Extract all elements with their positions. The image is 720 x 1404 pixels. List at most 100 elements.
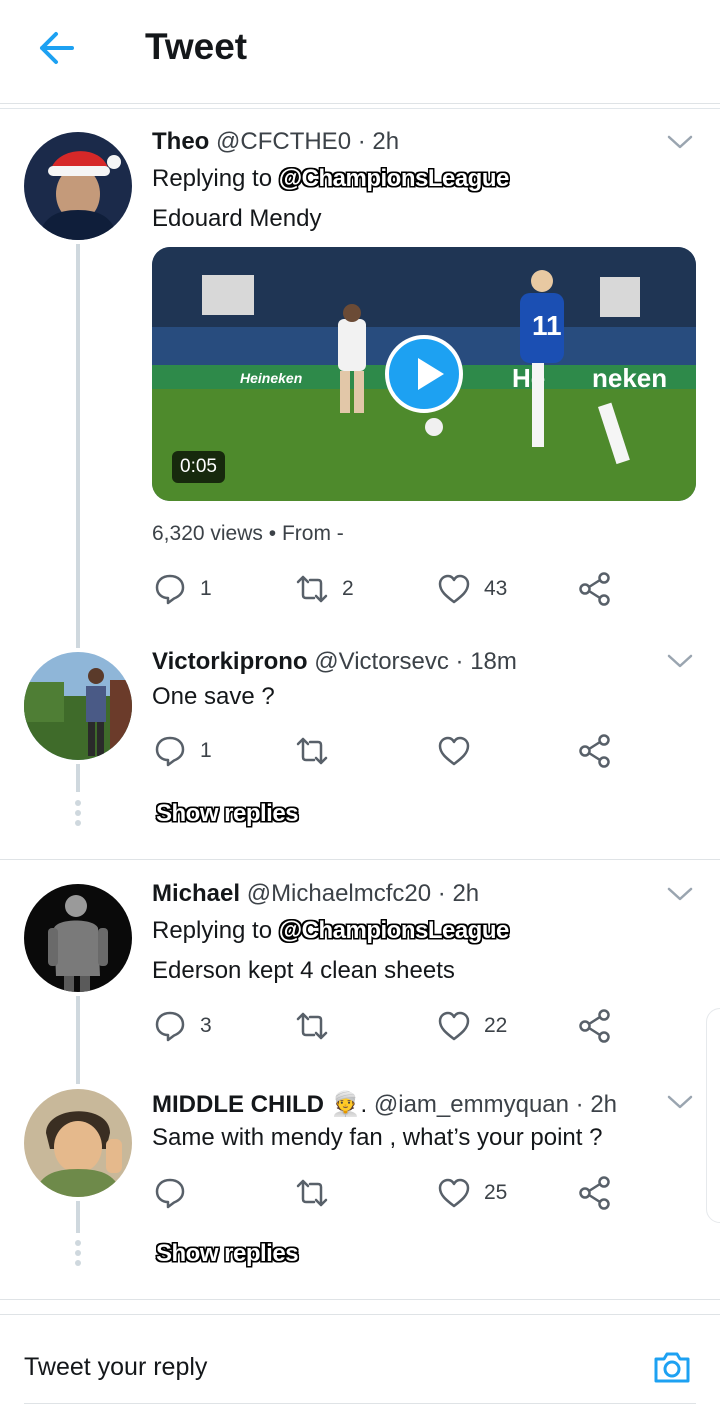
author-handle[interactable]: @Michaelmcfc20 <box>247 880 431 907</box>
share-icon <box>577 733 613 769</box>
share-icon <box>577 571 613 607</box>
share-button[interactable] <box>577 1006 613 1046</box>
thread-line <box>76 244 80 648</box>
replying-label: Replying to <box>152 165 273 192</box>
chevron-down-icon[interactable] <box>666 884 694 904</box>
svg-text:Heineken: Heineken <box>240 370 302 386</box>
author-name[interactable]: Victorkiprono <box>152 648 308 675</box>
reply-icon <box>152 1008 188 1044</box>
thread-line <box>76 764 80 792</box>
reply-button[interactable]: 1 <box>152 569 212 609</box>
like-count: 22 <box>484 1014 508 1037</box>
avatar[interactable] <box>24 652 132 760</box>
like-button[interactable]: 43 <box>436 569 507 609</box>
like-count: 25 <box>484 1181 508 1204</box>
share-icon <box>577 1008 613 1044</box>
thread-dots <box>74 800 82 830</box>
like-button[interactable]: 25 <box>436 1173 507 1213</box>
reply-input[interactable]: Tweet your reply <box>24 1353 207 1382</box>
author-name[interactable]: MIDDLE CHILD <box>152 1091 324 1118</box>
thread-dots <box>74 1240 82 1270</box>
thread-line <box>76 996 80 1084</box>
retweet-button[interactable] <box>294 731 330 771</box>
replying-to: Replying to @ChampionsLeague <box>152 917 509 945</box>
chevron-down-icon[interactable] <box>666 651 694 671</box>
thread-divider <box>0 859 720 860</box>
tweet-header: Victorkiprono @Victorsevc · 18m <box>152 648 517 676</box>
tweet-time: · 2h <box>437 880 480 907</box>
retweet-icon <box>294 733 330 769</box>
tweet-actions: 1 2 43 <box>152 569 622 609</box>
mention-link[interactable]: @ChampionsLeague <box>279 165 510 192</box>
author-handle[interactable]: @CFCTHE0 <box>216 128 351 155</box>
scroll-handle[interactable] <box>706 1008 720 1223</box>
avatar[interactable] <box>24 1089 132 1197</box>
tweet-actions: 3 22 <box>152 1006 622 1046</box>
retweet-button[interactable]: 2 <box>294 569 354 609</box>
retweet-button[interactable] <box>294 1006 330 1046</box>
video-player[interactable]: Heineken He neken 11 0:05 <box>152 247 696 501</box>
views-label: 6,320 views <box>152 522 263 545</box>
like-icon <box>436 1008 472 1044</box>
mention-link[interactable]: @ChampionsLeague <box>279 917 510 944</box>
tweet-time: · 2h <box>575 1091 618 1118</box>
reply-icon <box>152 733 188 769</box>
share-button[interactable] <box>577 1173 613 1213</box>
thread-line <box>76 1201 80 1233</box>
tweet-text: One save ? <box>152 683 275 710</box>
svg-text:11: 11 <box>532 310 562 341</box>
chevron-down-icon[interactable] <box>666 132 694 152</box>
author-name[interactable]: Michael <box>152 880 240 907</box>
like-icon <box>436 1175 472 1211</box>
tweet-text: Same with mendy fan , what’s your point … <box>152 1124 603 1151</box>
reply-button[interactable] <box>152 1173 188 1213</box>
share-button[interactable] <box>577 731 613 771</box>
chevron-down-icon[interactable] <box>666 1092 694 1112</box>
tweet-time: · 18m <box>455 648 517 675</box>
replying-to: Replying to @ChampionsLeague <box>152 165 509 193</box>
page-title: Tweet <box>145 26 248 67</box>
retweet-icon <box>294 1175 330 1211</box>
app-header: Tweet <box>0 0 720 104</box>
tweet-text: Edouard Mendy <box>152 205 322 232</box>
show-replies-link[interactable]: Show replies <box>156 1240 299 1268</box>
reply-button[interactable]: 1 <box>152 731 212 771</box>
retweet-icon <box>294 571 330 607</box>
thread-divider <box>0 1299 720 1300</box>
svg-text:neken: neken <box>592 363 667 393</box>
tweet-header: MIDDLE CHILD 👳. @iam_emmyquan · 2h <box>152 1090 617 1119</box>
avatar[interactable] <box>24 132 132 240</box>
reply-button[interactable]: 3 <box>152 1006 212 1046</box>
author-handle[interactable]: @Victorsevc <box>314 648 449 675</box>
header-divider <box>0 108 720 109</box>
avatar[interactable] <box>24 884 132 992</box>
retweet-count: 2 <box>342 577 354 600</box>
camera-icon[interactable] <box>650 1345 694 1389</box>
reply-icon <box>152 571 188 607</box>
like-button[interactable] <box>436 731 472 771</box>
share-button[interactable] <box>577 569 613 609</box>
video-duration: 0:05 <box>172 451 225 483</box>
reply-composer[interactable]: Tweet your reply <box>0 1314 720 1404</box>
author-emoji: 👳. <box>330 1091 368 1118</box>
tweet-actions: 25 <box>152 1173 622 1213</box>
retweet-button[interactable] <box>294 1173 330 1213</box>
tweet-text: Ederson kept 4 clean sheets <box>152 957 455 984</box>
like-count: 43 <box>484 577 508 600</box>
replying-label: Replying to <box>152 917 273 944</box>
author-name[interactable]: Theo <box>152 128 209 155</box>
reply-count: 1 <box>200 577 212 600</box>
view-count: 6,320 views • From - <box>152 522 344 546</box>
show-replies-link[interactable]: Show replies <box>156 800 299 828</box>
retweet-icon <box>294 1008 330 1044</box>
author-handle[interactable]: @iam_emmyquan <box>374 1091 569 1118</box>
share-icon <box>577 1175 613 1211</box>
play-icon[interactable] <box>385 335 463 413</box>
tweet-time: · 2h <box>357 128 400 155</box>
back-arrow-icon[interactable] <box>34 26 78 70</box>
reply-count: 1 <box>200 739 212 762</box>
like-button[interactable]: 22 <box>436 1006 507 1046</box>
like-icon <box>436 733 472 769</box>
tweet-actions: 1 <box>152 731 622 771</box>
bullet-separator: • <box>268 522 282 545</box>
